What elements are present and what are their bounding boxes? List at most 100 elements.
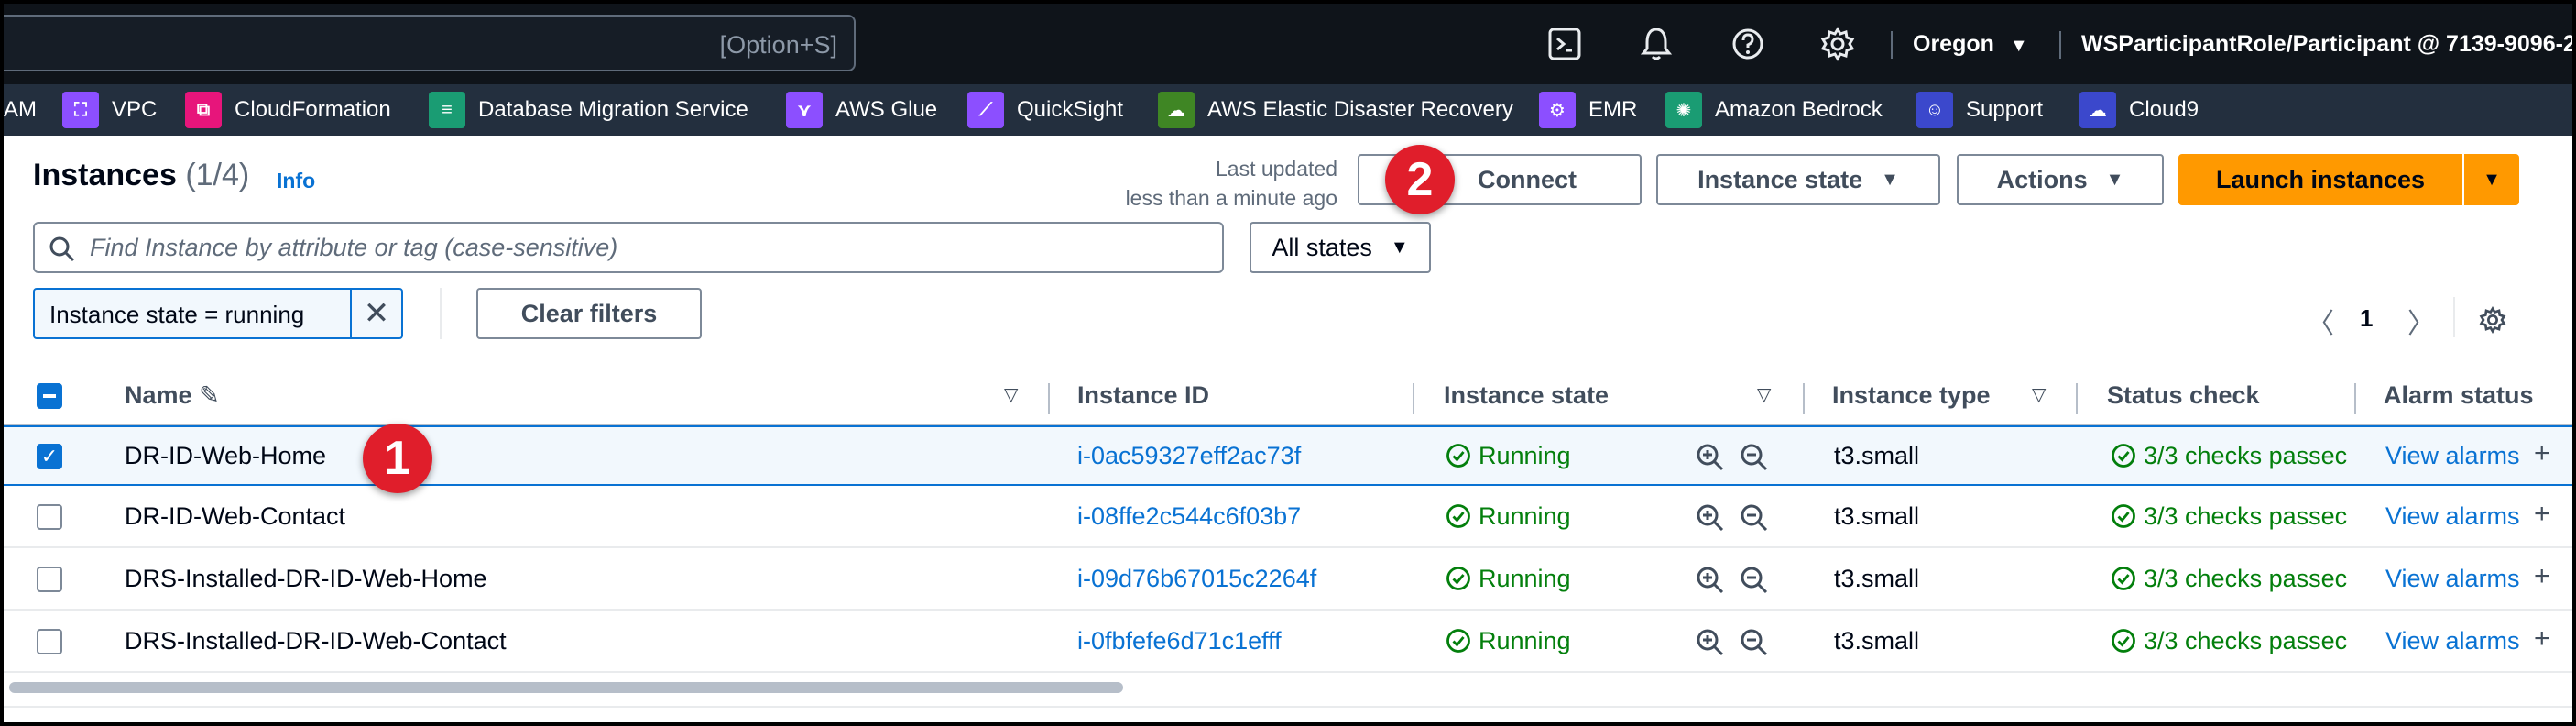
zoom-out-icon[interactable]: [1739, 565, 1770, 596]
add-alarm-icon[interactable]: +: [2534, 499, 2550, 530]
zoom-in-icon[interactable]: [1695, 442, 1726, 473]
check-circle-icon: [2112, 566, 2135, 590]
column-header-alarm-status[interactable]: Alarm status: [2384, 381, 2534, 410]
search-icon: [49, 236, 75, 262]
table-row[interactable]: DRS-Installed-DR-ID-Web-Home i-09d76b670…: [4, 550, 2572, 610]
info-link[interactable]: Info: [277, 169, 315, 193]
zoom-out-icon[interactable]: [1739, 502, 1770, 534]
sort-caret-icon[interactable]: ▽: [1004, 383, 1018, 406]
status-check: 3/3 checks passec: [2111, 442, 2358, 470]
settings-gear-icon[interactable]: [1817, 24, 1858, 64]
favorite-bedrock[interactable]: ✺ Amazon Bedrock: [1665, 92, 1883, 128]
favorite-vpc[interactable]: ⛶ VPC: [62, 92, 157, 128]
account-menu[interactable]: WSParticipantRole/Participant @ 7139-909…: [2081, 31, 2572, 58]
status-label: 3/3 checks passec: [2144, 627, 2348, 654]
zoom-out-icon[interactable]: [1739, 627, 1770, 658]
zoom-in-icon[interactable]: [1695, 502, 1726, 534]
favorite-drs[interactable]: ☁ AWS Elastic Disaster Recovery: [1158, 92, 1513, 128]
favorite-cloudformation[interactable]: ⧉ CloudFormation: [185, 92, 391, 128]
favorite-dms[interactable]: ≡ Database Migration Service: [429, 92, 748, 128]
button-label: Launch instances: [2215, 165, 2426, 193]
step-badge-1: 1: [363, 424, 432, 493]
column-header-status-check[interactable]: Status check: [2107, 381, 2260, 410]
check-circle-icon: [2112, 444, 2135, 468]
view-alarms-link[interactable]: View alarms: [2385, 502, 2520, 531]
divider: [4, 706, 2572, 708]
favorite-quicksight[interactable]: ⟋ QuickSight: [967, 92, 1123, 128]
zoom-in-icon[interactable]: [1695, 627, 1726, 658]
instance-id-link[interactable]: i-09d76b67015c2264f: [1077, 565, 1316, 593]
favorite-emr[interactable]: ⚙ EMR: [1539, 92, 1637, 128]
sort-caret-icon[interactable]: ▽: [1757, 383, 1771, 406]
launch-options-dropdown[interactable]: ▼: [2464, 154, 2519, 205]
clear-filters-button[interactable]: Clear filters: [476, 288, 702, 339]
previous-page-icon[interactable]: 〈: [2307, 301, 2334, 341]
instance-type: t3.small: [1834, 502, 1920, 530]
cloudformation-icon: ⧉: [185, 92, 222, 128]
column-header-name[interactable]: Name ✎: [125, 381, 220, 410]
favorite-cloud9[interactable]: ☁ Cloud9: [2079, 92, 2199, 128]
close-icon[interactable]: ✕: [350, 288, 401, 339]
check-circle-icon: [1446, 629, 1470, 653]
instance-id-link[interactable]: i-0fbfefe6d71c1efff: [1077, 627, 1282, 655]
favorite-label: EMR: [1588, 97, 1638, 122]
region-selector[interactable]: Oregon ▼: [1913, 31, 2028, 58]
favorite-label: Support: [1966, 97, 2044, 122]
search-input[interactable]: [90, 229, 1189, 266]
column-header-instance-state[interactable]: Instance state: [1444, 381, 1609, 410]
caret-down-icon: ▼: [2105, 169, 2124, 190]
actions-button[interactable]: Actions ▼: [1957, 154, 2164, 205]
add-alarm-icon[interactable]: +: [2534, 623, 2550, 654]
page-number[interactable]: 1: [2360, 304, 2373, 333]
favorite-iam[interactable]: AM: [4, 92, 37, 128]
select-all-checkbox[interactable]: [37, 383, 62, 409]
table-row[interactable]: DRS-Installed-DR-ID-Web-Contact i-0fbfef…: [4, 612, 2572, 673]
view-alarms-link[interactable]: View alarms: [2385, 627, 2520, 655]
add-alarm-icon[interactable]: +: [2534, 561, 2550, 592]
table-row[interactable]: DR-ID-Web-Contact i-08ffe2c544c6f03b7 Ru…: [4, 488, 2572, 548]
launch-instances-button[interactable]: Launch instances: [2178, 154, 2462, 205]
instance-type: t3.small: [1834, 565, 1920, 592]
scrollbar-thumb[interactable]: [9, 682, 1123, 693]
cloudshell-icon[interactable]: [1545, 24, 1585, 64]
search-filter-field[interactable]: [33, 222, 1224, 273]
filter-token[interactable]: Instance state = running ✕: [33, 288, 403, 339]
favorite-support[interactable]: ☺ Support: [1916, 92, 2043, 128]
view-alarms-link[interactable]: View alarms: [2385, 442, 2520, 470]
status-check: 3/3 checks passec: [2111, 502, 2358, 531]
filter-token-label: Instance state = running: [49, 301, 305, 328]
zoom-in-icon[interactable]: [1695, 565, 1726, 596]
instance-name: DRS-Installed-DR-ID-Web-Home: [125, 565, 487, 592]
notifications-bell-icon[interactable]: [1636, 24, 1676, 64]
row-checkbox[interactable]: [37, 504, 62, 530]
instance-id-link[interactable]: i-08ffe2c544c6f03b7: [1077, 502, 1301, 531]
glue-icon: ⋎: [786, 92, 823, 128]
instance-name: DR-ID-Web-Contact: [125, 502, 346, 530]
sort-caret-icon[interactable]: ▽: [2032, 383, 2046, 406]
instance-state-button[interactable]: Instance state ▼: [1656, 154, 1940, 205]
search-shortcut-hint: [Option+S]: [719, 31, 837, 59]
selection-count: (1/4): [185, 158, 250, 192]
zoom-out-icon[interactable]: [1739, 442, 1770, 473]
column-divider: [2076, 383, 2078, 414]
favorite-label: CloudFormation: [235, 97, 391, 122]
favorite-label: AM: [4, 97, 37, 122]
add-alarm-icon[interactable]: +: [2534, 438, 2550, 469]
column-header-instance-id[interactable]: Instance ID: [1077, 381, 1209, 410]
state-label: Running: [1479, 565, 1571, 592]
check-circle-icon: [1446, 566, 1470, 590]
favorite-glue[interactable]: ⋎ AWS Glue: [786, 92, 937, 128]
account-label: WSParticipantRole/Participant @ 7139-909…: [2081, 31, 2572, 57]
instance-id-link[interactable]: i-0ac59327eff2ac73f: [1077, 442, 1301, 470]
preferences-gear-icon[interactable]: [2477, 304, 2508, 336]
states-select[interactable]: All states ▼: [1250, 222, 1431, 273]
favorite-label: VPC: [112, 97, 158, 122]
next-page-icon[interactable]: 〉: [2407, 301, 2435, 341]
help-icon[interactable]: [1728, 24, 1768, 64]
row-checkbox[interactable]: ✓: [37, 444, 62, 469]
view-alarms-link[interactable]: View alarms: [2385, 565, 2520, 593]
console-search-input[interactable]: [Option+S]: [4, 15, 856, 72]
row-checkbox[interactable]: [37, 566, 62, 592]
column-header-instance-type[interactable]: Instance type: [1832, 381, 1991, 410]
row-checkbox[interactable]: [37, 629, 62, 654]
